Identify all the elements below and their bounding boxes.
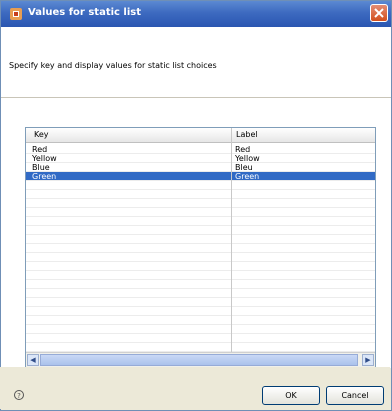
header-area: Specify key and display values for stati… xyxy=(1,27,391,98)
empty-row xyxy=(26,334,375,343)
table-row-selected[interactable]: Green Green xyxy=(26,172,375,181)
chevron-right-icon: ▶ xyxy=(365,356,371,364)
empty-row xyxy=(26,235,375,244)
empty-row xyxy=(26,226,375,235)
row-key: Green xyxy=(32,172,57,181)
ok-button[interactable]: OK xyxy=(262,386,320,405)
table-row[interactable]: Red Red xyxy=(26,145,375,154)
static-list-table[interactable]: Key Label Red Red Yellow Yellow Blue Ble… xyxy=(25,127,376,368)
row-key: Red xyxy=(32,145,48,154)
chevron-left-icon: ◀ xyxy=(30,356,36,364)
empty-row xyxy=(26,307,375,316)
empty-row xyxy=(26,199,375,208)
row-key: Blue xyxy=(32,163,50,172)
dialog-description: Specify key and display values for stati… xyxy=(9,61,217,70)
empty-row xyxy=(26,217,375,226)
empty-row xyxy=(26,298,375,307)
empty-row xyxy=(26,208,375,217)
table-header: Key Label xyxy=(26,128,375,143)
empty-row xyxy=(26,181,375,190)
scroll-right-button[interactable]: ▶ xyxy=(362,354,374,366)
scroll-thumb[interactable] xyxy=(40,354,358,366)
empty-row xyxy=(26,343,375,352)
table-row[interactable]: Blue Bleu xyxy=(26,163,375,172)
empty-row xyxy=(26,325,375,334)
close-button[interactable] xyxy=(370,4,388,22)
empty-row xyxy=(26,289,375,298)
empty-row xyxy=(26,271,375,280)
column-separator[interactable] xyxy=(231,128,232,353)
column-header-key[interactable]: Key xyxy=(34,130,49,139)
empty-row xyxy=(26,190,375,199)
empty-row xyxy=(26,316,375,325)
scroll-left-button[interactable]: ◀ xyxy=(27,354,39,366)
row-label: Bleu xyxy=(235,163,253,172)
column-header-label[interactable]: Label xyxy=(236,130,258,139)
row-label: Red xyxy=(235,145,251,154)
empty-row xyxy=(26,280,375,289)
window-title: Values for static list xyxy=(28,7,142,18)
row-label: Yellow xyxy=(235,154,260,163)
cancel-button[interactable]: Cancel xyxy=(326,386,384,405)
report-app-icon xyxy=(10,8,22,20)
horizontal-scrollbar[interactable]: ◀ ▶ xyxy=(26,352,375,367)
empty-row xyxy=(26,262,375,271)
row-key: Yellow xyxy=(32,154,57,163)
table-row[interactable]: Yellow Yellow xyxy=(26,154,375,163)
close-icon xyxy=(374,8,384,18)
empty-row xyxy=(26,244,375,253)
row-label: Green xyxy=(235,172,260,181)
help-icon[interactable]: ? xyxy=(14,390,24,400)
empty-row xyxy=(26,253,375,262)
title-bar[interactable]: Values for static list xyxy=(1,1,391,27)
